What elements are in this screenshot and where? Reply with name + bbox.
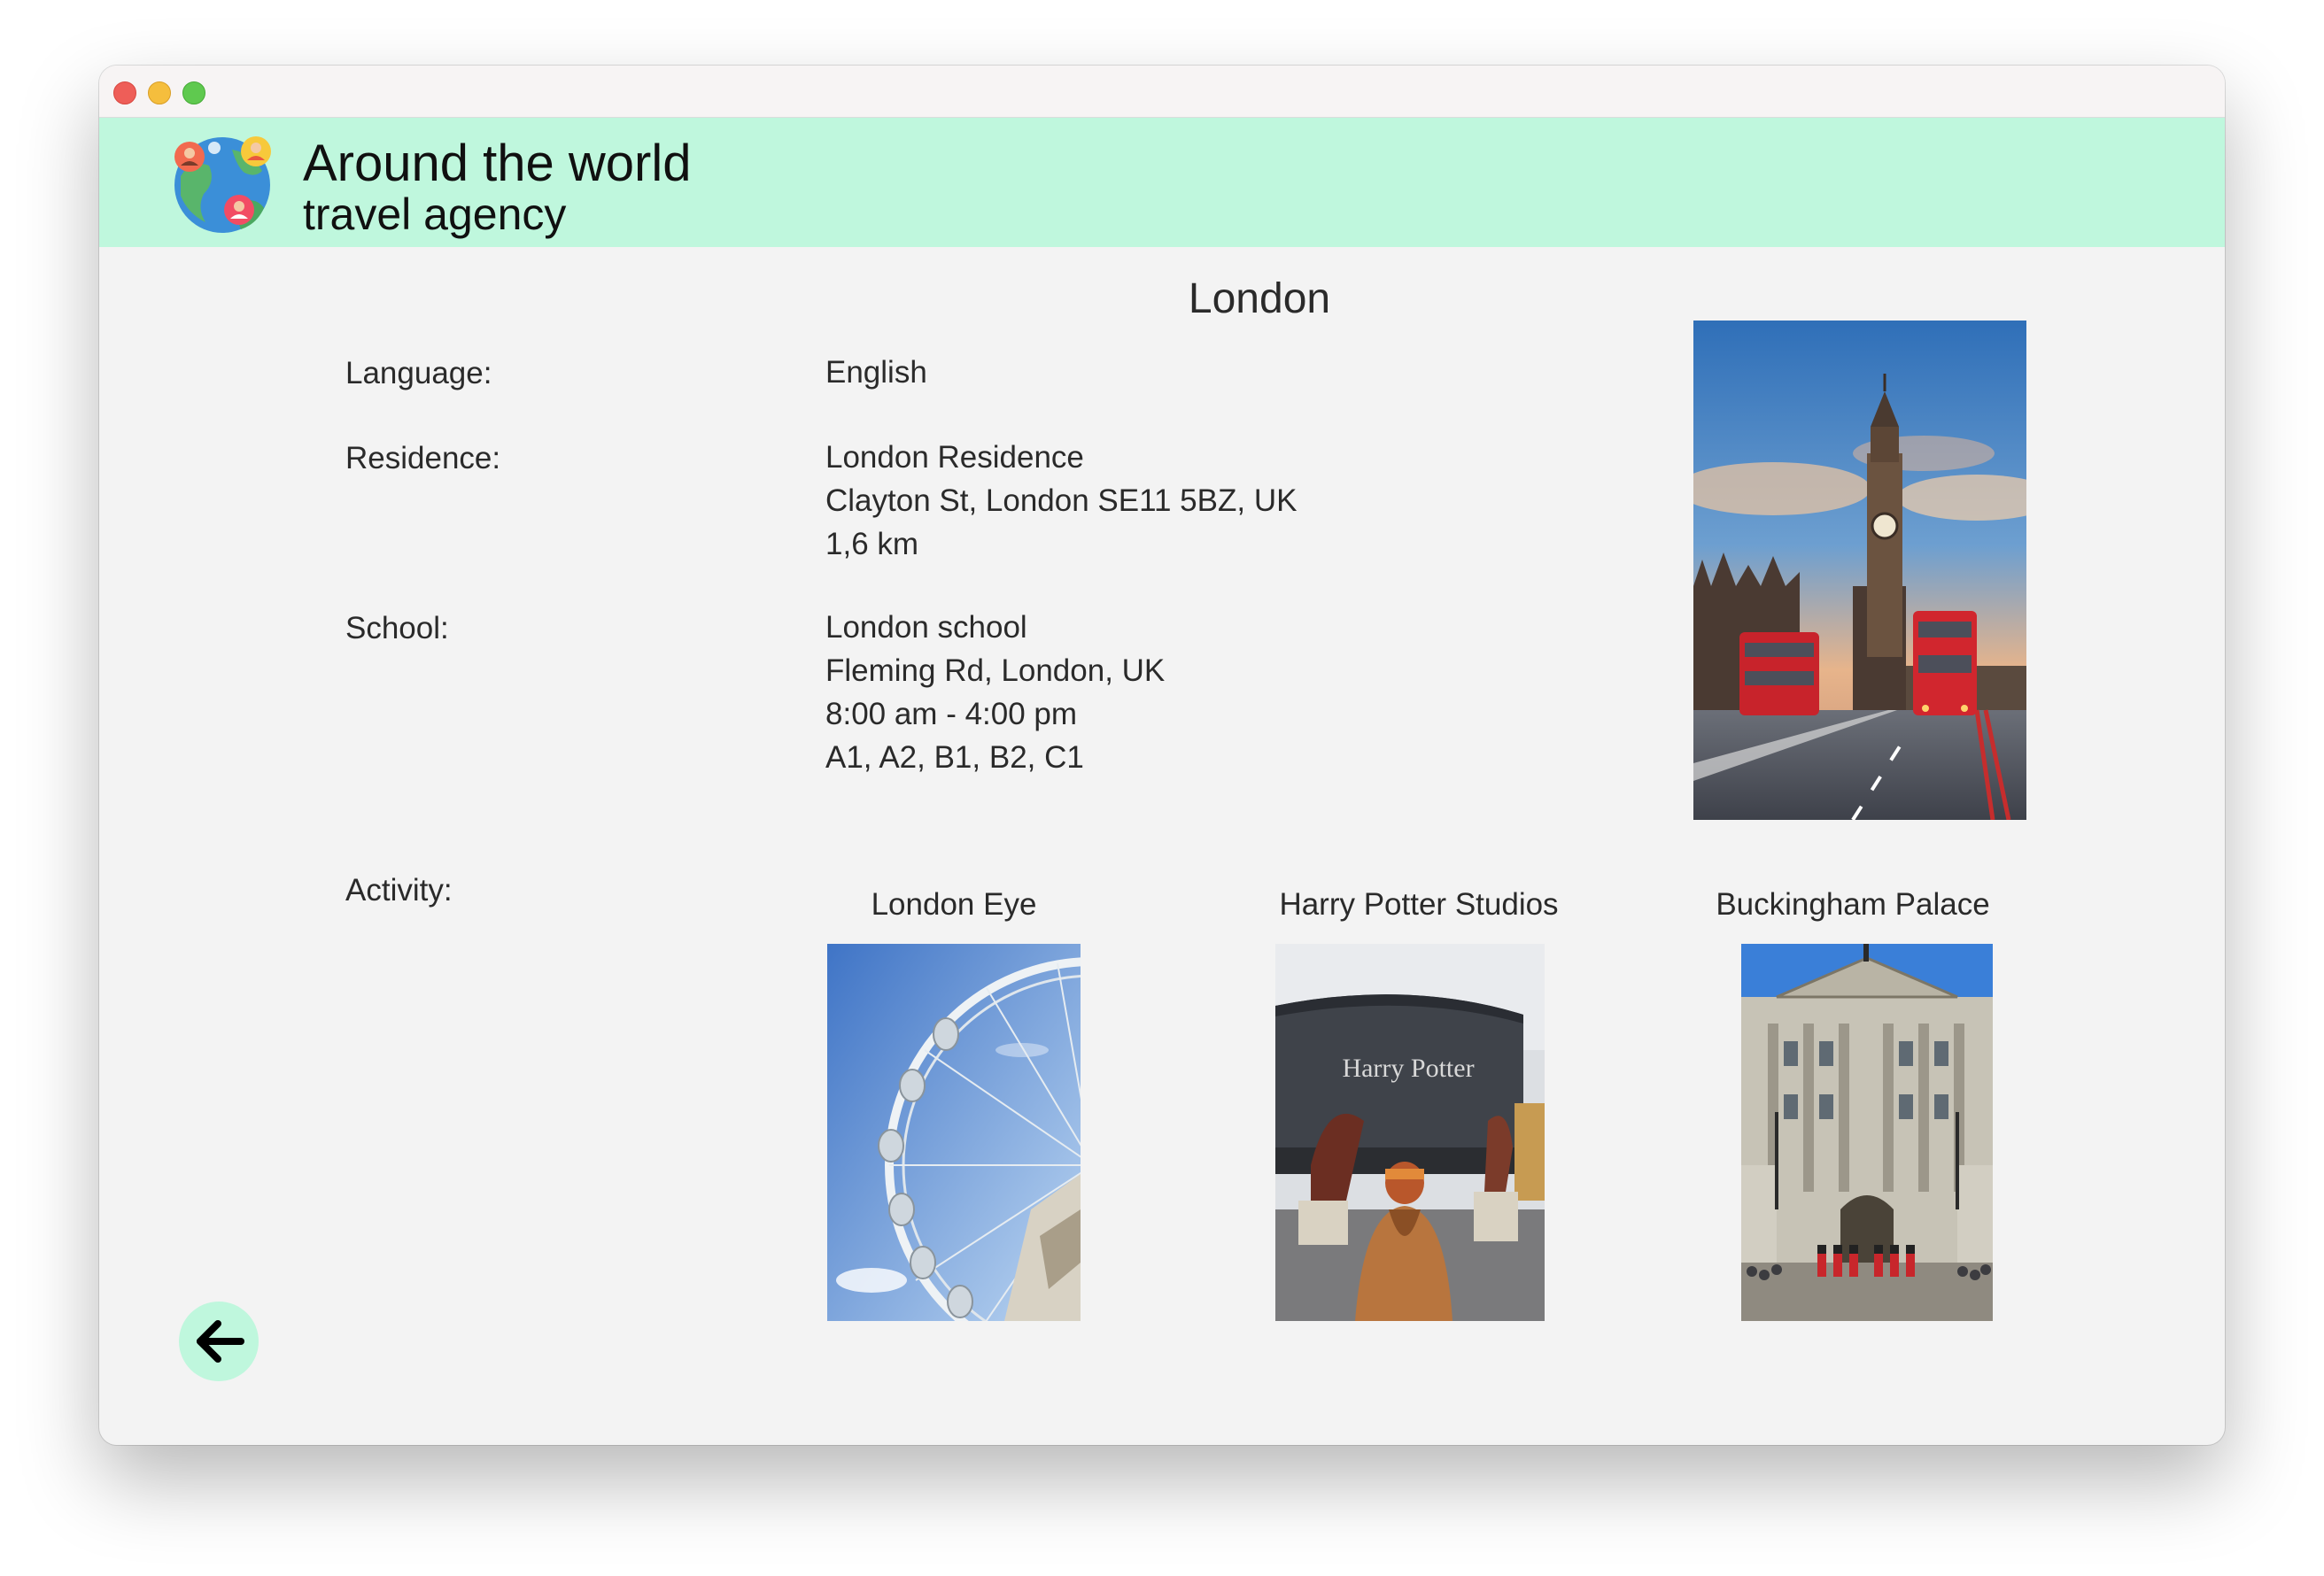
school-levels: A1, A2, B1, B2, C1	[825, 740, 1084, 775]
title-bar	[99, 66, 2225, 118]
activity-title-harry-potter-studios: Harry Potter Studios	[1279, 887, 1559, 922]
app-subtitle: travel agency	[303, 189, 567, 239]
residence-label: Residence:	[345, 441, 501, 475]
window-maximize-button[interactable]	[182, 81, 205, 104]
residence-name: London Residence	[825, 440, 1084, 475]
residence-value: London Residence Clayton St, London SE11…	[825, 436, 1297, 566]
language-value: English	[825, 351, 927, 394]
globe-people-logo	[170, 132, 275, 235]
school-address: Fleming Rd, London, UK	[825, 653, 1166, 688]
school-value: London school Fleming Rd, London, UK 8:0…	[825, 606, 1165, 779]
school-label: School:	[345, 611, 449, 645]
big-ben-image	[1693, 321, 2026, 820]
window-minimize-button[interactable]	[148, 81, 171, 104]
activity-title-london-eye: London Eye	[871, 887, 1037, 922]
svg-text:Harry Potter: Harry Potter	[1342, 1054, 1474, 1083]
app-header: Around the world travel agency	[99, 118, 2225, 247]
window-close-button[interactable]	[113, 81, 136, 104]
residence-address: Clayton St, London SE11 5BZ, UK	[825, 483, 1298, 518]
app-title: Around the world	[303, 135, 692, 192]
school-name: London school	[825, 610, 1027, 645]
app-window: Around the world travel agency London La…	[99, 66, 2225, 1445]
london-eye-image[interactable]	[827, 944, 1081, 1321]
language-value-text: English	[825, 355, 927, 390]
residence-distance: 1,6 km	[825, 527, 919, 561]
activity-label: Activity:	[345, 873, 453, 908]
arrow-left-icon	[179, 1302, 259, 1381]
buckingham-palace-image[interactable]	[1741, 944, 1993, 1321]
city-title: London	[1188, 275, 1331, 322]
activity-title-buckingham-palace: Buckingham Palace	[1716, 887, 1990, 922]
back-button[interactable]	[179, 1302, 259, 1381]
language-label: Language:	[345, 356, 492, 390]
harry-potter-studios-image[interactable]: Harry Potter	[1275, 944, 1545, 1321]
school-hours: 8:00 am - 4:00 pm	[825, 697, 1078, 731]
